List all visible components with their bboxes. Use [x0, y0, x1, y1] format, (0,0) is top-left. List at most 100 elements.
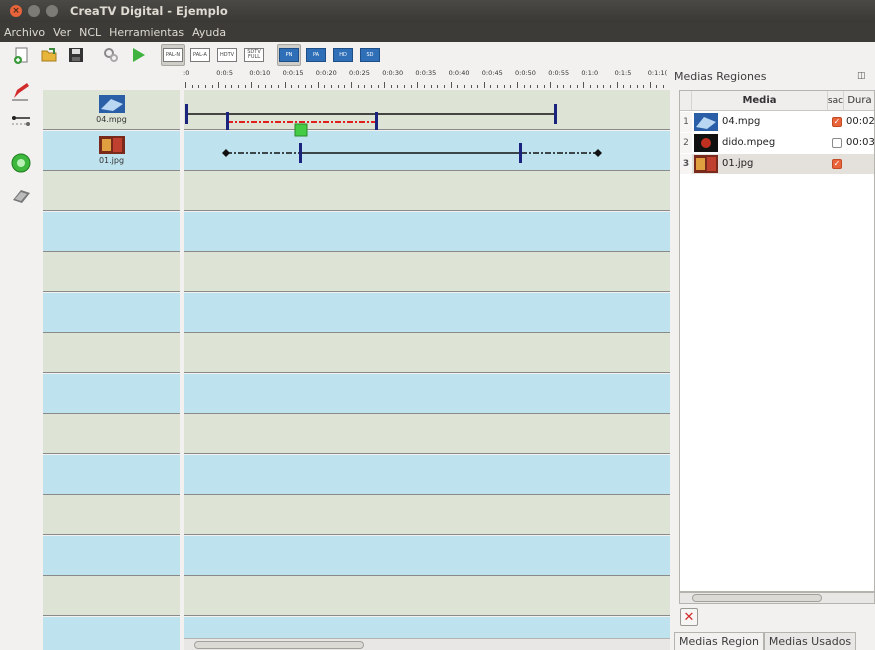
table-row[interactable]: 2 dido.mpeg 00:03:2 — [680, 133, 874, 153]
timeline-track-row[interactable] — [184, 292, 670, 333]
diamond-start-marker[interactable] — [222, 149, 230, 157]
ruler-tick — [370, 85, 372, 88]
ruler-tick — [536, 85, 538, 88]
diamond-end-marker[interactable] — [594, 149, 602, 157]
track-label-row[interactable]: 01.jpg — [43, 130, 180, 171]
timeline-track-row[interactable] — [184, 333, 670, 373]
playhead-handle[interactable] — [294, 123, 308, 137]
delete-media-button[interactable]: ✕ — [680, 608, 698, 626]
scrollbar-thumb[interactable] — [692, 594, 822, 602]
settings-button[interactable] — [99, 44, 123, 66]
timeline-track-row[interactable] — [184, 211, 670, 252]
toolbar-chip-3[interactable]: SDTV FULL — [242, 44, 266, 66]
ruler-tick — [277, 85, 279, 88]
toolbar-chip-2[interactable]: HDTV — [215, 44, 239, 66]
ruler-tick — [238, 85, 240, 88]
timeline-track-row[interactable] — [184, 495, 670, 535]
ruler-tick — [218, 82, 220, 88]
region-tool-button[interactable] — [8, 182, 34, 208]
add-media-button[interactable] — [8, 150, 34, 176]
green-gear-icon — [11, 153, 31, 173]
column-header-used[interactable]: sac — [828, 91, 844, 111]
track-label-row[interactable] — [43, 414, 180, 454]
image-start-marker[interactable] — [299, 143, 302, 163]
close-window-button[interactable]: × — [10, 5, 22, 17]
track-label-row[interactable] — [43, 333, 180, 373]
ruler-tick — [364, 85, 366, 88]
media-name: dido.mpeg — [722, 137, 776, 148]
ruler-tick-label: 0:0:55 — [548, 69, 570, 77]
save-button[interactable] — [64, 44, 88, 66]
toolbar-chip-1[interactable]: PAL-A — [188, 44, 212, 66]
ruler-tick — [636, 85, 638, 88]
minimize-window-button[interactable] — [28, 5, 40, 17]
timeline-track-row[interactable] — [184, 576, 670, 616]
ruler-tick-label: 0:0:45 — [481, 69, 503, 77]
menu-ncl[interactable]: NCL — [75, 26, 105, 39]
toolbar-chip-7[interactable]: SD — [358, 44, 382, 66]
maximize-window-button[interactable] — [46, 5, 58, 17]
ruler-tick — [204, 85, 206, 88]
timeline-track-row[interactable] — [184, 454, 670, 495]
menu-herramientas[interactable]: Herramientas — [105, 26, 188, 39]
track-label-row[interactable] — [43, 252, 180, 292]
panel-float-icon[interactable]: ◫ — [857, 71, 866, 81]
timeline-area[interactable] — [184, 90, 670, 638]
table-row[interactable]: 1 04.mpg ✓ 00:02:5 — [680, 112, 874, 132]
column-header-duration[interactable]: Dura — [844, 91, 874, 111]
track-label-row[interactable] — [43, 576, 180, 616]
play-button[interactable] — [126, 44, 150, 66]
toolbar-chip-4[interactable]: PN — [277, 44, 301, 66]
end-marker[interactable] — [554, 104, 557, 124]
track-label-row[interactable] — [43, 292, 180, 333]
track-label-row[interactable] — [43, 171, 180, 211]
ruler-tick-label: 0:1:5 — [614, 69, 632, 77]
edit-tool-button[interactable] — [8, 78, 34, 104]
image-end-marker[interactable] — [519, 143, 522, 163]
track-label-row[interactable] — [43, 373, 180, 414]
ruler-tick — [271, 85, 273, 88]
track-label-row[interactable] — [43, 495, 180, 535]
track-label-row[interactable] — [43, 454, 180, 495]
track-label-row[interactable] — [43, 535, 180, 576]
timeline-track-row[interactable] — [184, 373, 670, 414]
used-checkbox[interactable] — [832, 138, 842, 148]
timeline-track-row[interactable] — [184, 535, 670, 576]
new-project-button[interactable] — [10, 44, 34, 66]
link-tool-button[interactable] — [8, 108, 34, 134]
clip-end-marker[interactable] — [375, 112, 378, 130]
scrollbar-thumb[interactable] — [194, 641, 364, 649]
ruler-tick — [304, 85, 306, 88]
table-row[interactable]: 3 01.jpg ✓ — [680, 154, 874, 174]
toolbar-chip-0[interactable]: PAL-N — [161, 44, 185, 66]
ruler-tick — [590, 85, 592, 88]
timeline-track-row[interactable] — [184, 252, 670, 292]
used-checkbox[interactable]: ✓ — [832, 117, 842, 127]
table-horizontal-scrollbar[interactable] — [679, 592, 875, 604]
ruler-tick — [603, 85, 605, 88]
track-label-row[interactable]: 04.mpg — [43, 90, 180, 130]
start-marker[interactable] — [185, 104, 188, 124]
track-label-row[interactable] — [43, 211, 180, 252]
toolbar-chip-6[interactable]: HD — [331, 44, 355, 66]
tab-medias-usados[interactable]: Medias Usados — [763, 632, 857, 650]
ruler-tick — [357, 85, 359, 88]
open-project-button[interactable] — [37, 44, 61, 66]
tab-medias-region[interactable]: Medias Region — [674, 632, 764, 650]
timeline-graphics — [185, 104, 602, 163]
resolution-chip-label: PAL-N — [163, 48, 183, 62]
menu-archivo[interactable]: Archivo — [0, 26, 49, 39]
clip-start-marker[interactable] — [226, 112, 229, 130]
menu-ver[interactable]: Ver — [49, 26, 75, 39]
timeline-track-row[interactable] — [184, 616, 670, 638]
used-checkbox[interactable]: ✓ — [832, 159, 842, 169]
toolbar-chip-5[interactable]: PA — [304, 44, 328, 66]
timeline-horizontal-scrollbar[interactable] — [184, 638, 670, 650]
ruler-tick — [198, 85, 200, 88]
column-header-media[interactable]: Media — [692, 91, 828, 111]
ruler-tick-label: 0:0:30 — [382, 69, 404, 77]
screen-icon — [13, 190, 30, 203]
menu-ayuda[interactable]: Ayuda — [188, 26, 230, 39]
track-label-row[interactable] — [43, 616, 180, 650]
timeline-track-row[interactable] — [184, 414, 670, 454]
